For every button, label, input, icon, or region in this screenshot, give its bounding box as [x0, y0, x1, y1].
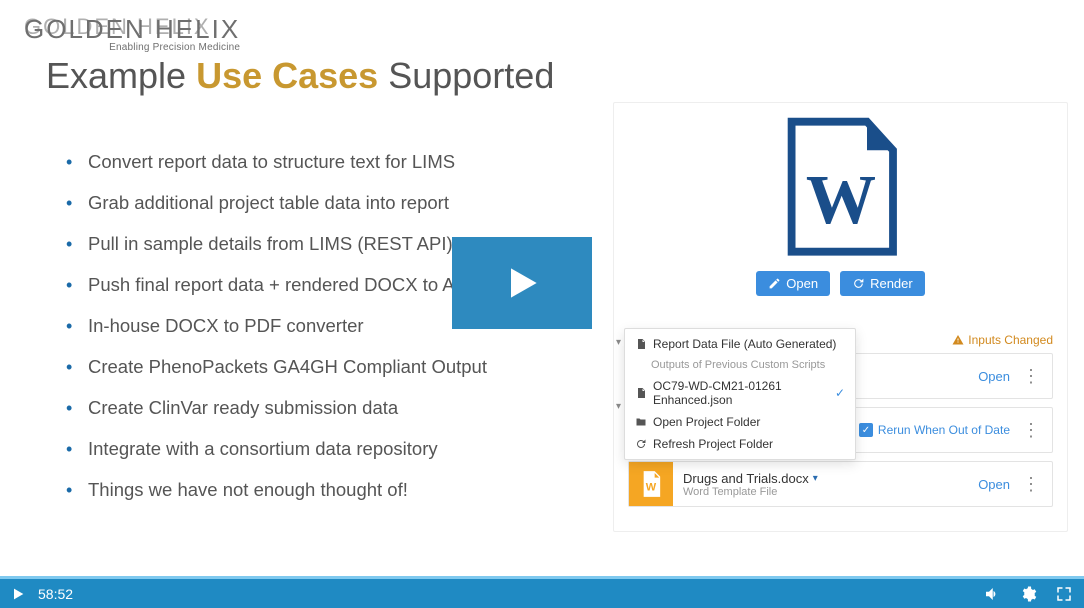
file-meta: Word Template File: [683, 486, 968, 498]
file-actions: Open ⋮: [978, 354, 1052, 398]
play-icon: [500, 261, 544, 305]
svg-text:W: W: [805, 161, 875, 239]
check-icon: ✓: [835, 386, 845, 400]
file-name[interactable]: Drugs and Trials.docx ▾: [683, 471, 968, 486]
warning-icon: [952, 334, 964, 346]
play-button[interactable]: [10, 586, 26, 602]
file-actions: Open ⋮: [978, 462, 1052, 506]
file-icon: [635, 387, 647, 399]
dropdown-item-refresh-folder[interactable]: Refresh Project Folder: [625, 433, 855, 455]
settings-button[interactable]: [1018, 584, 1038, 604]
kebab-menu-icon[interactable]: ⋮: [1020, 367, 1042, 385]
fullscreen-icon: [1055, 585, 1073, 603]
dropdown-item-open-folder[interactable]: Open Project Folder: [625, 411, 855, 433]
refresh-icon: [852, 277, 865, 290]
open-link[interactable]: Open: [978, 477, 1010, 492]
time-display: 58:52: [38, 586, 73, 602]
progress-bar[interactable]: [0, 576, 1084, 579]
volume-button[interactable]: [982, 584, 1002, 604]
chevron-down-icon[interactable]: ▾: [616, 401, 621, 412]
render-button[interactable]: Render: [840, 271, 925, 296]
video-player-bar: 58:52: [0, 576, 1084, 608]
kebab-menu-icon[interactable]: ⋮: [1020, 475, 1042, 493]
logo-footer: GOLDEN HELIX: [24, 14, 211, 568]
logo-text: GOLDEN HELIX: [24, 14, 211, 40]
dropdown-subheading: Outputs of Previous Custom Scripts: [625, 355, 855, 375]
refresh-icon: [635, 438, 647, 450]
open-button[interactable]: Open: [756, 271, 830, 296]
chevron-down-icon: ▾: [813, 473, 818, 484]
checkbox-checked-icon: [859, 423, 873, 437]
play-icon: [10, 586, 26, 602]
file-row-template-docx: W Drugs and Trials.docx ▾ Word Template …: [628, 461, 1053, 507]
kebab-menu-icon[interactable]: ⋮: [1020, 421, 1042, 439]
fullscreen-button[interactable]: [1054, 584, 1074, 604]
chevron-down-icon[interactable]: ▾: [616, 337, 621, 348]
file-icon: [635, 338, 647, 350]
file-body: Drugs and Trials.docx ▾ Word Template Fi…: [673, 462, 978, 506]
inputs-changed-warning: Inputs Changed: [952, 333, 1053, 347]
word-file-icon: W: [640, 471, 662, 497]
dropdown-item-report-data[interactable]: Report Data File (Auto Generated): [625, 333, 855, 355]
folder-icon: [635, 416, 647, 428]
file-dropdown: ▾ ▾ Report Data File (Auto Generated) Ou…: [624, 328, 856, 460]
panel-buttons: Open Render: [614, 271, 1067, 296]
word-doc-icon: W: [776, 113, 906, 263]
edit-icon: [768, 277, 781, 290]
volume-icon: [983, 585, 1001, 603]
file-actions: Rerun When Out of Date ⋮: [859, 408, 1052, 452]
file-type-icon: W: [629, 462, 673, 506]
video-play-overlay[interactable]: [452, 237, 592, 329]
dropdown-item-json[interactable]: OC79-WD-CM21-01261 Enhanced.json ✓: [625, 375, 855, 411]
svg-text:W: W: [646, 481, 657, 493]
slide: GOLDEN HELIX Enabling Precision Medicine…: [0, 0, 1084, 608]
rerun-toggle[interactable]: Rerun When Out of Date: [859, 423, 1010, 437]
gear-icon: [1019, 585, 1037, 603]
open-link[interactable]: Open: [978, 369, 1010, 384]
report-panel: W Open Render Inputs Changed ▾ ▾ Report …: [613, 102, 1068, 532]
